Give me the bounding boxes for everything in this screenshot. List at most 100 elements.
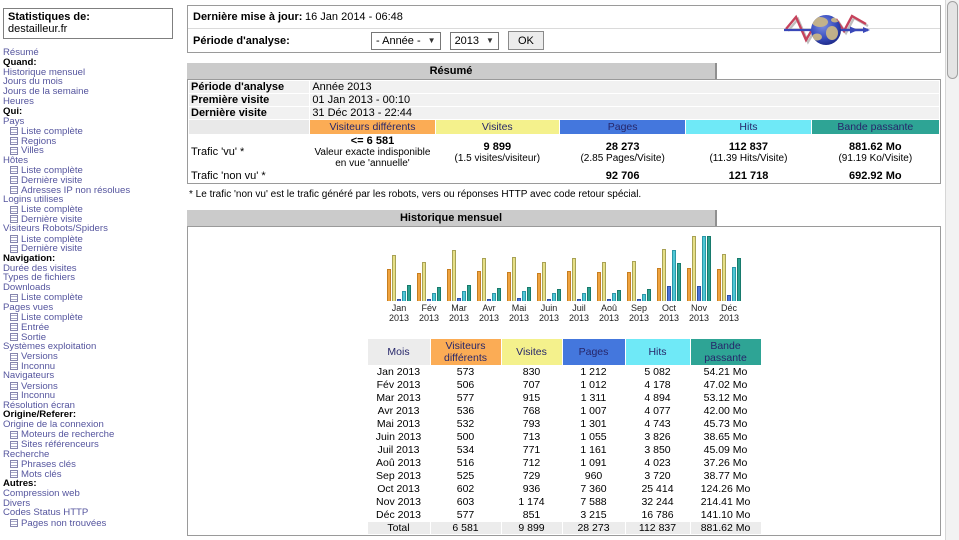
chart-bar bbox=[577, 299, 581, 301]
last-update-label: Dernière mise à jour: bbox=[193, 11, 303, 23]
chart-bar bbox=[687, 268, 691, 301]
list-icon bbox=[10, 440, 18, 449]
period-select[interactable]: - Année - ▼ bbox=[371, 31, 441, 50]
cell: Mar 2013 bbox=[376, 392, 421, 404]
summary-info-value: Année 2013 bbox=[310, 81, 939, 93]
summary-section-title: Résumé bbox=[187, 63, 717, 79]
chart-bar bbox=[627, 272, 631, 301]
cell: 53.12 Mo bbox=[703, 392, 748, 404]
summary-value-cell bbox=[310, 170, 434, 182]
value-sub: (2.85 Pages/Visite) bbox=[580, 152, 665, 164]
cell: 1 007 bbox=[580, 405, 607, 417]
sidebar: Statistiques de: destailleur.fr Résumé Qu… bbox=[0, 0, 184, 529]
column-header: Mois bbox=[367, 339, 430, 365]
cell: 534 bbox=[456, 444, 475, 456]
chart-month-label: Fév 2013 bbox=[418, 303, 440, 323]
cell: 4 077 bbox=[644, 405, 671, 417]
summary-row-label: Trafic 'vu' * bbox=[191, 146, 245, 158]
monthly-table: Mois Visiteurs différents Visites Pages Hits… bbox=[367, 338, 762, 535]
site-box: Statistiques de: destailleur.fr bbox=[3, 8, 173, 39]
cell: 768 bbox=[522, 405, 541, 417]
monthly-header-row: Mois Visiteurs différents Visites Pages Hits… bbox=[367, 339, 761, 365]
chart-bar bbox=[617, 290, 621, 301]
value-main: 28 273 bbox=[605, 140, 640, 153]
summary-data-row: Trafic 'vu' * <= 6 581 Valeur exacte indis… bbox=[189, 135, 939, 169]
cell: 712 bbox=[522, 457, 541, 469]
column-header: Pages bbox=[559, 120, 686, 134]
chart-bar bbox=[707, 236, 711, 301]
chart-bars bbox=[417, 236, 441, 301]
chart-bars bbox=[387, 236, 411, 301]
chart-bar bbox=[632, 261, 636, 301]
cell: 37.26 Mo bbox=[703, 457, 748, 469]
chart-bars bbox=[597, 236, 621, 301]
cell: 851 bbox=[522, 509, 541, 521]
chart-bar bbox=[737, 258, 741, 301]
chart-bar bbox=[437, 287, 441, 301]
period-select-value: - Année - bbox=[376, 34, 421, 47]
list-icon bbox=[10, 430, 18, 439]
list-icon bbox=[10, 244, 18, 253]
year-select-value: 2013 bbox=[454, 34, 480, 47]
sidebar-item[interactable]: Heures bbox=[3, 97, 184, 107]
sidebar-subitem[interactable]: Pages non trouvées bbox=[3, 518, 184, 529]
table-row: Fév 2013 506 707 1 012 4 178 47.02 Mo bbox=[368, 379, 761, 391]
chart-bar bbox=[537, 273, 541, 301]
column-header: Hits bbox=[625, 339, 690, 365]
cell: 771 bbox=[522, 444, 541, 456]
ok-button[interactable]: OK bbox=[507, 31, 544, 50]
total-cell: 28 273 bbox=[562, 522, 625, 534]
chevron-down-icon: ▼ bbox=[486, 36, 494, 45]
value-main: 692.92 Mo bbox=[849, 170, 902, 182]
chart-bar bbox=[702, 236, 706, 301]
summary-value-cell: 112 837 (11.39 Hits/Visite) bbox=[686, 135, 810, 169]
chart-bar bbox=[467, 285, 471, 301]
chart-month-label: Juil 2013 bbox=[568, 303, 590, 323]
summary-value-cell: 28 273 (2.85 Pages/Visite) bbox=[560, 135, 685, 169]
summary-value-cell: 121 718 bbox=[686, 170, 810, 182]
cell: 7 360 bbox=[580, 483, 607, 495]
list-icon bbox=[10, 205, 18, 214]
sidebar-item[interactable]: Compression web bbox=[3, 489, 184, 499]
chart-month-label: Jan 2013 bbox=[388, 303, 410, 323]
cell: 5 082 bbox=[644, 366, 671, 378]
column-header: Bande passante bbox=[811, 120, 939, 134]
list-icon bbox=[10, 323, 18, 332]
cell: 124.26 Mo bbox=[700, 483, 751, 495]
cell: 214.41 Mo bbox=[700, 496, 751, 508]
chart-bar bbox=[397, 299, 401, 301]
sidebar-subitem[interactable]: Villes bbox=[3, 145, 184, 156]
list-icon bbox=[10, 127, 18, 136]
chart-month-group: Juin 2013 bbox=[536, 236, 563, 323]
total-cell: 881.62 Mo bbox=[690, 522, 761, 534]
chart-bar bbox=[482, 258, 486, 301]
summary-info-row: Première visite 01 Jan 2013 - 00:10 bbox=[189, 94, 939, 106]
list-icon bbox=[10, 352, 18, 361]
cell: 25 414 bbox=[641, 483, 674, 495]
cell: 577 bbox=[456, 392, 475, 404]
chart-bar bbox=[552, 293, 556, 301]
cell: 1 301 bbox=[580, 418, 607, 430]
chart-bars bbox=[507, 236, 531, 301]
chart-bar bbox=[492, 293, 496, 301]
summary-row-label: Trafic 'non vu' * bbox=[191, 170, 266, 182]
chart-bar bbox=[402, 291, 406, 301]
summary-value-cell: <= 6 581 Valeur exacte indisponible en vu… bbox=[310, 135, 434, 169]
chart-bar bbox=[497, 288, 501, 301]
summary-value-cell: 692.92 Mo bbox=[812, 170, 939, 182]
cell: 532 bbox=[456, 418, 475, 430]
table-row: Juil 2013 534 771 1 161 3 850 45.09 Mo bbox=[368, 444, 761, 456]
list-icon bbox=[10, 362, 18, 371]
vertical-scrollbar[interactable] bbox=[945, 0, 959, 540]
chart-bar bbox=[607, 299, 611, 301]
column-header: Visiteurs différents bbox=[310, 120, 435, 134]
chart-bar bbox=[477, 271, 481, 301]
cell: 38.77 Mo bbox=[703, 470, 748, 482]
column-header: Visiteurs différents bbox=[430, 339, 501, 365]
year-select[interactable]: 2013 ▼ bbox=[449, 31, 499, 50]
scrollbar-thumb[interactable] bbox=[947, 1, 958, 79]
chart-month-group: Mar 2013 bbox=[446, 236, 473, 323]
list-icon bbox=[10, 470, 18, 479]
cell: 1 091 bbox=[580, 457, 607, 469]
cell: 936 bbox=[522, 483, 541, 495]
